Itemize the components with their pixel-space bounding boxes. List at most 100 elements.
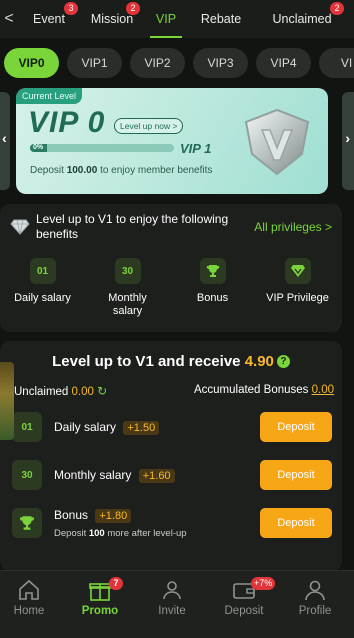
nav-label: Profile: [298, 605, 332, 617]
tab-label: VIP: [155, 12, 177, 26]
reward-condition-suffix: more after level-up: [107, 528, 187, 539]
level-up-rewards-panel: Level up to V1 and receive 4.90? Unclaim…: [0, 341, 342, 571]
nav-label: Promo: [81, 605, 119, 617]
tab-rebate[interactable]: Rebate: [188, 0, 254, 38]
reward-row-monthly-salary: 30 Monthly salary +1.60 Deposit: [10, 454, 332, 496]
reward-name: Monthly salary +1.60: [54, 468, 175, 483]
current-level-title: VIP 0: [28, 106, 106, 139]
nav-invite[interactable]: Invite: [137, 579, 207, 617]
reward-name: Daily salary +1.50: [54, 420, 160, 435]
tab-badge: 2: [330, 2, 344, 15]
nav-badge: 7: [109, 577, 123, 590]
home-icon: [19, 579, 39, 600]
deposit-hint-amount: 100.00: [66, 165, 98, 176]
reward-name-text: Daily salary: [54, 420, 117, 434]
rewards-title-text: Level up to V1 and receive: [52, 353, 241, 370]
unclaimed-summary: Unclaimed 0.00 ↻: [14, 384, 107, 398]
diamond-icon: [10, 219, 30, 235]
reward-bonus-amount: +1.50: [123, 421, 160, 435]
deposit-hint-suffix: to enjoy member benefits: [100, 165, 213, 176]
privileges-title: Level up to V1 to enjoy the following be…: [36, 212, 229, 241]
level-card-carousel: ‹ › Current Level VIP 0 Level up now > 0…: [0, 88, 354, 194]
tab-vip[interactable]: VIP: [144, 0, 188, 38]
nav-badge: +7%: [251, 577, 276, 590]
top-tab-bar: < Event 3 Mission 2 VIP Rebate Unclaimed…: [0, 0, 354, 38]
tab-label: Event: [33, 12, 65, 26]
tab-label: Rebate: [200, 12, 242, 26]
vip-level-selector: VIP0 VIP1 VIP2 VIP3 VIP4 VI: [0, 46, 354, 80]
nav-deposit[interactable]: Deposit +7%: [209, 577, 279, 617]
calendar-01-icon: 01: [29, 258, 56, 284]
deposit-button[interactable]: Deposit: [260, 412, 332, 442]
nav-label: Deposit: [224, 605, 264, 617]
tab-label: Unclaimed: [272, 12, 332, 26]
vip-level-pill[interactable]: VIP0: [4, 48, 59, 78]
vip-level-pill[interactable]: VIP2: [130, 48, 185, 78]
reward-condition-prefix: Deposit: [54, 528, 87, 539]
privilege-label: Bonus: [196, 292, 229, 304]
vip-level-pill[interactable]: VI: [319, 48, 354, 78]
privilege-bonus: Bonus: [170, 258, 255, 318]
nav-promo[interactable]: Promo 7: [65, 577, 135, 617]
nav-home[interactable]: Home: [0, 579, 64, 617]
nav-label: Home: [13, 605, 45, 617]
tab-unclaimed[interactable]: Unclaimed 2: [254, 0, 350, 38]
trophy-icon: [199, 258, 226, 284]
back-icon[interactable]: <: [0, 0, 18, 38]
privileges-panel: Level up to V1 to enjoy the following be…: [0, 204, 342, 332]
chevron-right-icon[interactable]: ›: [345, 130, 350, 146]
calendar-30-icon: 30: [114, 258, 141, 284]
privilege-list: 01 Daily salary 30 Monthly salary Bonus …: [0, 258, 342, 318]
nav-profile[interactable]: Profile: [280, 579, 350, 617]
nav-label: Invite: [158, 605, 186, 617]
privilege-vip: VIP Privilege: [255, 258, 340, 318]
profile-icon: [305, 580, 325, 601]
vip-shield-badge-icon: [244, 108, 310, 176]
accumulated-value[interactable]: 0.00: [312, 384, 334, 396]
tab-badge: 3: [64, 2, 78, 15]
refresh-icon[interactable]: ↻: [97, 384, 107, 398]
reward-condition-amount: 100: [88, 528, 105, 539]
reward-name: Bonus +1.80: [54, 508, 132, 523]
tab-event[interactable]: Event 3: [18, 0, 80, 38]
deposit-button[interactable]: Deposit: [260, 508, 332, 538]
deposit-hint-prefix: Deposit: [30, 165, 64, 176]
accumulated-label: Accumulated Bonuses: [193, 384, 309, 396]
reward-name-text: Bonus: [54, 508, 89, 522]
accumulated-bonuses-summary: Accumulated Bonuses 0.00: [194, 384, 334, 396]
deposit-button[interactable]: Deposit: [260, 460, 332, 490]
privilege-label: Monthly salary: [108, 292, 147, 317]
calendar-01-icon: 01: [12, 412, 42, 442]
privilege-label: VIP Privilege: [266, 292, 329, 304]
trophy-icon: [12, 508, 42, 538]
all-privileges-link[interactable]: All privileges >: [254, 220, 332, 234]
deposit-hint: Deposit 100.00 to enjoy member benefits: [30, 165, 212, 176]
unclaimed-label: Unclaimed: [14, 386, 69, 398]
chevron-left-icon[interactable]: ‹: [2, 130, 7, 146]
privilege-monthly-salary: 30 Monthly salary: [85, 258, 170, 318]
privilege-daily-salary: 01 Daily salary: [0, 258, 85, 318]
reward-condition: Deposit 100 more after level-up: [54, 528, 187, 539]
vip-level-pill[interactable]: VIP1: [67, 48, 122, 78]
floating-promo-thumbnail[interactable]: [0, 362, 14, 440]
reward-row-daily-salary: 01 Daily salary +1.50 Deposit: [10, 406, 332, 448]
privilege-label: Daily salary: [14, 292, 71, 304]
rewards-total-amount: 4.90: [244, 353, 274, 370]
vip-level-pill[interactable]: VIP4: [256, 48, 311, 78]
unclaimed-value: 0.00: [71, 386, 94, 398]
reward-bonus-amount: +1.80: [95, 509, 132, 523]
reward-row-bonus: Bonus +1.80 Deposit 100 more after level…: [10, 502, 332, 544]
diamond-icon: [284, 258, 311, 284]
help-icon[interactable]: ?: [276, 355, 290, 368]
current-level-card: Current Level VIP 0 Level up now > 0% VI…: [16, 88, 328, 194]
tab-mission[interactable]: Mission 2: [80, 0, 144, 38]
calendar-30-icon: 30: [12, 460, 42, 490]
vip-level-pill[interactable]: VIP3: [193, 48, 248, 78]
reward-bonus-amount: +1.60: [138, 469, 175, 483]
bottom-navigation: Home Promo 7 Invite Deposit +7% Profile: [0, 570, 354, 638]
rewards-title: Level up to V1 and receive 4.90?: [0, 353, 342, 370]
reward-name-text: Monthly salary: [54, 468, 132, 482]
next-level-label: VIP 1: [180, 141, 212, 156]
level-up-now-link[interactable]: Level up now >: [114, 118, 184, 134]
tab-label: Mission: [90, 12, 134, 26]
